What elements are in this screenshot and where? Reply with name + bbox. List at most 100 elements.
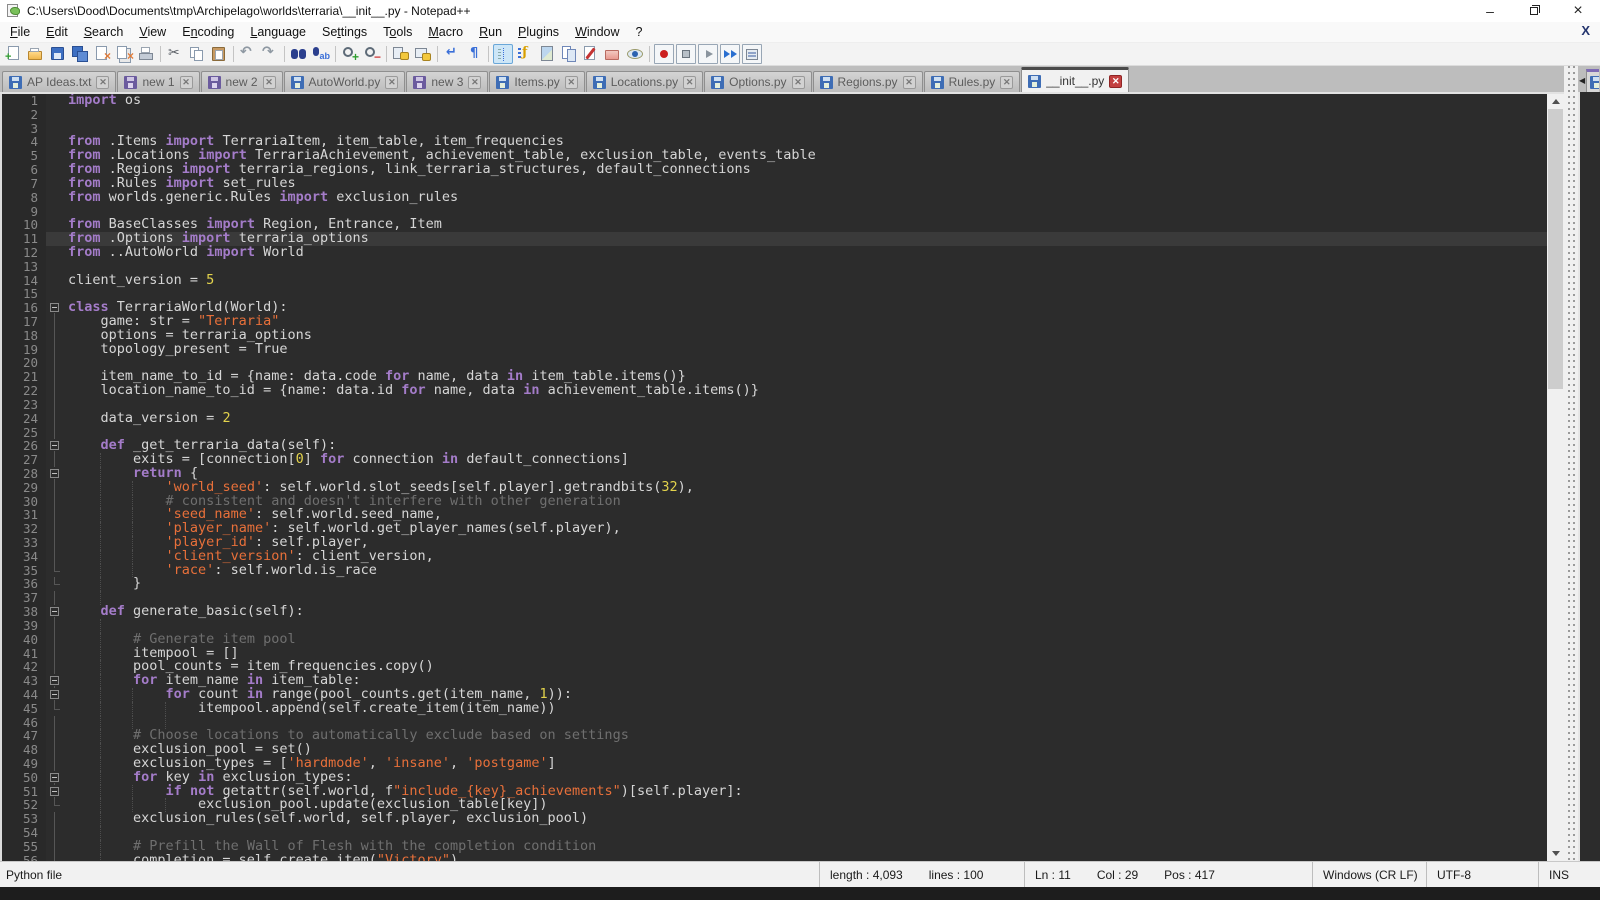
fold-margin[interactable] bbox=[46, 260, 64, 274]
status-encoding[interactable]: UTF-8 bbox=[1426, 862, 1538, 887]
close-tab-icon[interactable]: ✕ bbox=[1000, 76, 1013, 89]
fold-margin[interactable] bbox=[46, 577, 64, 591]
fold-margin[interactable] bbox=[46, 205, 64, 219]
close-document-icon[interactable] bbox=[92, 44, 112, 64]
fold-margin[interactable] bbox=[46, 536, 64, 550]
menu-window[interactable]: Window bbox=[567, 23, 627, 41]
status-insert-mode[interactable]: INS bbox=[1538, 862, 1600, 887]
menu-tools[interactable]: Tools bbox=[375, 23, 420, 41]
sync-scroll-horizontal-icon[interactable] bbox=[413, 44, 433, 64]
fold-collapse-icon[interactable] bbox=[50, 690, 59, 699]
sync-scroll-vertical-icon[interactable] bbox=[391, 44, 411, 64]
tab-regions-py[interactable]: Regions.py✕ bbox=[813, 71, 923, 92]
fold-margin[interactable] bbox=[46, 135, 64, 149]
fold-margin[interactable] bbox=[46, 356, 64, 370]
fold-margin[interactable] bbox=[46, 370, 64, 384]
redo-icon[interactable] bbox=[260, 44, 280, 64]
tab-locations-py[interactable]: Locations.py✕ bbox=[586, 71, 703, 92]
macro-save-icon[interactable] bbox=[742, 44, 762, 64]
close-all-icon[interactable] bbox=[114, 44, 134, 64]
scroll-up-icon[interactable] bbox=[1547, 94, 1564, 109]
open-folder-icon[interactable] bbox=[26, 44, 46, 64]
fold-margin[interactable] bbox=[46, 771, 64, 785]
close-tab-icon[interactable]: ✕ bbox=[792, 76, 805, 89]
print-icon[interactable] bbox=[136, 44, 156, 64]
tab-scroll-left-icon[interactable]: ◀ bbox=[1579, 76, 1585, 85]
menu-search[interactable]: Search bbox=[76, 23, 132, 41]
scrollbar-track[interactable] bbox=[1547, 109, 1564, 846]
fold-margin[interactable] bbox=[46, 508, 64, 522]
menu-encoding[interactable]: Encoding bbox=[174, 23, 242, 41]
fold-margin[interactable] bbox=[46, 826, 64, 840]
paste-icon[interactable] bbox=[209, 44, 229, 64]
menu-run[interactable]: Run bbox=[471, 23, 510, 41]
document-list-icon[interactable] bbox=[559, 44, 579, 64]
fold-margin[interactable] bbox=[46, 481, 64, 495]
fold-margin[interactable] bbox=[46, 467, 64, 481]
copy-icon[interactable] bbox=[187, 44, 207, 64]
scrollbar-thumb[interactable] bbox=[1548, 109, 1563, 389]
fold-margin[interactable] bbox=[46, 757, 64, 771]
fold-margin[interactable] bbox=[46, 108, 64, 122]
menu-[interactable]: ? bbox=[628, 23, 651, 41]
tab-options-py[interactable]: Options.py✕ bbox=[704, 71, 811, 92]
menu-file[interactable]: File bbox=[2, 23, 38, 41]
fold-margin[interactable] bbox=[46, 218, 64, 232]
fold-collapse-icon[interactable] bbox=[50, 787, 59, 796]
fold-margin[interactable] bbox=[46, 439, 64, 453]
edit-marker-icon[interactable] bbox=[581, 44, 601, 64]
tab-rules-py[interactable]: Rules.py✕ bbox=[924, 71, 1021, 92]
function-list-icon[interactable] bbox=[515, 44, 535, 64]
fold-margin[interactable] bbox=[46, 287, 64, 301]
close-tab-icon[interactable]: ✕ bbox=[683, 76, 696, 89]
undo-icon[interactable] bbox=[238, 44, 258, 64]
scroll-down-icon[interactable] bbox=[1547, 846, 1564, 861]
fold-margin[interactable] bbox=[46, 702, 64, 716]
view2-editor-body[interactable] bbox=[1578, 92, 1600, 861]
fold-margin[interactable] bbox=[46, 398, 64, 412]
macro-stop-icon[interactable] bbox=[676, 44, 696, 64]
show-all-characters-icon[interactable] bbox=[464, 44, 484, 64]
macro-play-icon[interactable] bbox=[698, 44, 718, 64]
close-tab-icon[interactable]: ✕ bbox=[468, 76, 481, 89]
menu-plugins[interactable]: Plugins bbox=[510, 23, 567, 41]
tab--init-py[interactable]: __init__.py✕ bbox=[1021, 67, 1129, 92]
close-tab-icon[interactable]: ✕ bbox=[180, 76, 193, 89]
fold-margin[interactable] bbox=[46, 798, 64, 812]
status-eol-format[interactable]: Windows (CR LF) bbox=[1312, 862, 1426, 887]
tab-autoworld-py[interactable]: AutoWorld.py✕ bbox=[284, 71, 406, 92]
fold-margin[interactable] bbox=[46, 605, 64, 619]
tab-new-1[interactable]: new 1✕ bbox=[117, 71, 199, 92]
fold-margin[interactable] bbox=[46, 412, 64, 426]
macro-record-icon[interactable] bbox=[654, 44, 674, 64]
close-icon[interactable]: × bbox=[1556, 0, 1600, 22]
close-tab-icon[interactable]: ✕ bbox=[263, 76, 276, 89]
fold-margin[interactable] bbox=[46, 149, 64, 163]
fold-margin[interactable] bbox=[46, 591, 64, 605]
new-document-icon[interactable] bbox=[4, 44, 24, 64]
fold-collapse-icon[interactable] bbox=[50, 303, 59, 312]
fold-margin[interactable] bbox=[46, 674, 64, 688]
fold-margin[interactable] bbox=[46, 729, 64, 743]
fold-margin[interactable] bbox=[46, 94, 64, 108]
replace-icon[interactable] bbox=[311, 44, 331, 64]
fold-collapse-icon[interactable] bbox=[50, 676, 59, 685]
save-all-icon[interactable] bbox=[70, 44, 90, 64]
macro-run-multiple-icon[interactable] bbox=[720, 44, 740, 64]
view-splitter[interactable] bbox=[1564, 66, 1578, 861]
tab-new-3[interactable]: new 3✕ bbox=[406, 71, 488, 92]
fold-margin[interactable] bbox=[46, 453, 64, 467]
view2-partial-tab[interactable] bbox=[1586, 69, 1599, 92]
fold-margin[interactable] bbox=[46, 854, 64, 861]
fold-margin[interactable] bbox=[46, 232, 64, 246]
zoom-out-icon[interactable] bbox=[362, 44, 382, 64]
fold-margin[interactable] bbox=[46, 812, 64, 826]
fold-margin[interactable] bbox=[46, 122, 64, 136]
fold-collapse-icon[interactable] bbox=[50, 607, 59, 616]
tab-ap-ideas-txt[interactable]: AP Ideas.txt✕ bbox=[2, 71, 116, 92]
folder-as-workspace-icon[interactable] bbox=[603, 44, 623, 64]
fold-margin[interactable] bbox=[46, 246, 64, 260]
close-tab-icon[interactable]: ✕ bbox=[96, 76, 109, 89]
menu-edit[interactable]: Edit bbox=[38, 23, 76, 41]
menu-settings[interactable]: Settings bbox=[314, 23, 375, 41]
